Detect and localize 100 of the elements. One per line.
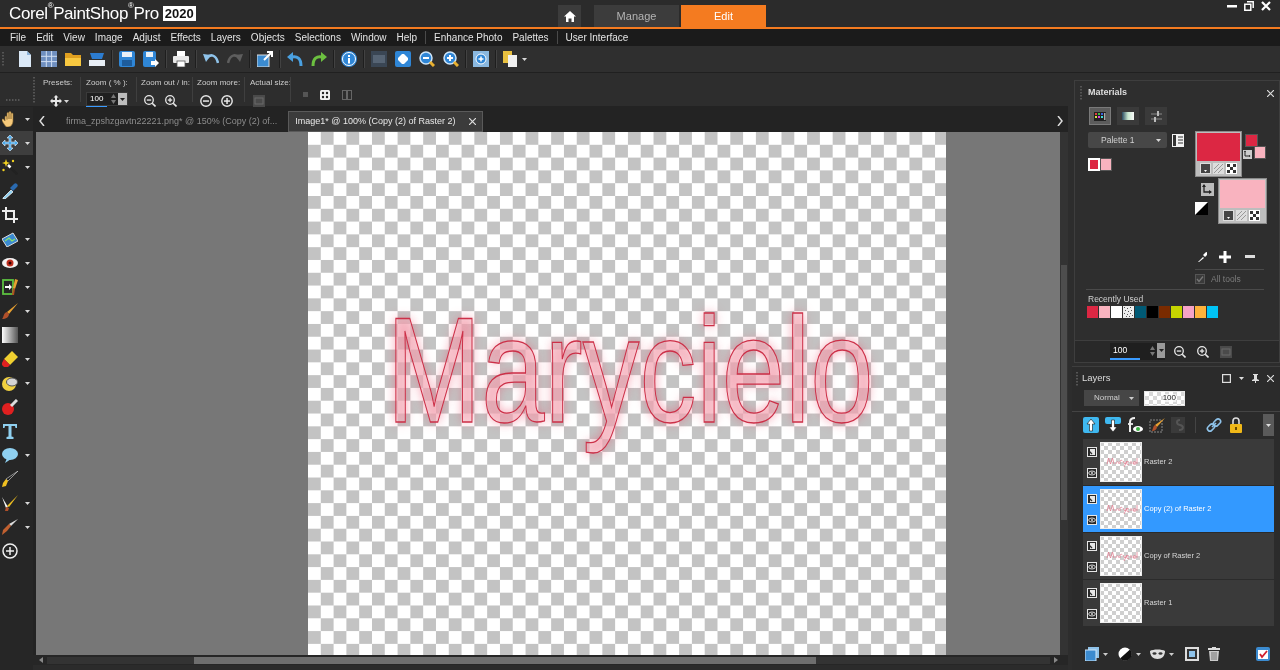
document-tab[interactable]: firma_zpshzgavtn22221.png* @ 150% (Copy (2) of...: [59, 111, 285, 132]
style-icon[interactable]: [1200, 163, 1211, 174]
color-swatch[interactable]: [1135, 306, 1146, 318]
zoom-in-icon[interactable]: [1197, 345, 1209, 358]
close-icon[interactable]: [1267, 89, 1274, 97]
menu-item[interactable]: Objects: [250, 32, 285, 43]
caret-icon[interactable]: [1136, 652, 1141, 656]
workspace-tab[interactable]: Manage: [594, 5, 679, 27]
plus-icon[interactable]: [1219, 250, 1231, 263]
home-button[interactable]: [558, 5, 581, 27]
restore-icon[interactable]: [1244, 1, 1254, 11]
mask-icon[interactable]: [1150, 649, 1165, 659]
zoom-out-icon[interactable]: [144, 95, 156, 107]
horizontal-scrollbar[interactable]: [47, 656, 1050, 664]
grip-handle[interactable]: [6, 99, 21, 101]
curved-arrow-icon[interactable]: [311, 51, 327, 67]
checker-icon[interactable]: [1249, 210, 1260, 221]
brush-frame-icon[interactable]: [1149, 417, 1165, 433]
arrow-down-icon[interactable]: [1105, 417, 1121, 433]
close-icon[interactable]: [1267, 375, 1274, 382]
split-icon[interactable]: [342, 90, 352, 100]
frame-icon[interactable]: [1185, 647, 1199, 661]
caret-icon[interactable]: [522, 57, 527, 61]
menu-item[interactable]: Window: [350, 32, 387, 43]
folder-icon[interactable]: [65, 51, 81, 67]
copy-pages-icon[interactable]: [503, 51, 519, 67]
scanner-icon[interactable]: [89, 51, 105, 67]
spin-arrows-icon[interactable]: [1150, 345, 1155, 356]
layer-page-icon[interactable]: [1087, 540, 1097, 551]
info-icon[interactable]: [341, 51, 357, 67]
close-icon[interactable]: [469, 118, 477, 125]
grip-handle[interactable]: [2, 52, 4, 66]
chevron-left-icon[interactable]: [39, 116, 45, 126]
checkmark-icon[interactable]: [1256, 647, 1270, 661]
zoom-field[interactable]: 100: [86, 92, 128, 106]
caret-icon[interactable]: [1169, 652, 1174, 656]
material-swatch-box[interactable]: [1195, 131, 1242, 177]
style-icon[interactable]: [1223, 210, 1234, 221]
save-as-icon[interactable]: [143, 51, 159, 67]
eyedropper-icon[interactable]: [1198, 251, 1207, 262]
pattern-swatch-icon[interactable]: [1123, 306, 1134, 318]
checker-icon[interactable]: [1226, 163, 1237, 174]
scrollbar-thumb[interactable]: [1061, 265, 1067, 520]
layer-page-icon[interactable]: [1087, 587, 1097, 598]
swap-icon[interactable]: [1243, 150, 1252, 159]
color-swatch[interactable]: [1147, 306, 1158, 318]
move-arrows-icon[interactable]: [50, 95, 62, 107]
color-swatch[interactable]: [1171, 306, 1182, 318]
menu-item[interactable]: Enhance Photo: [434, 32, 503, 43]
layer-page-icon[interactable]: [1087, 493, 1097, 504]
menu-item[interactable]: Adjust: [132, 32, 161, 43]
color-swatch[interactable]: [1183, 306, 1194, 318]
color-swatch[interactable]: [1159, 306, 1170, 318]
list-icon[interactable]: [1172, 133, 1184, 147]
spin-arrows-icon[interactable]: [111, 94, 116, 104]
opacity-field[interactable]: 100: [1144, 390, 1185, 406]
menu-item[interactable]: File: [10, 32, 27, 43]
menu-item[interactable]: User Interface: [565, 32, 629, 43]
grip-handle[interactable]: [1076, 371, 1078, 386]
materials-tab[interactable]: [1117, 107, 1139, 125]
color-swatch[interactable]: [1207, 306, 1218, 318]
document-tab[interactable]: Image1* @ 100% (Copy (2) of Raster 2): [288, 111, 484, 132]
lock-icon[interactable]: [1230, 417, 1242, 433]
menu-item[interactable]: Help: [396, 32, 418, 43]
blend-mode-dropdown[interactable]: Normal: [1084, 390, 1139, 406]
color-swatch[interactable]: [1100, 158, 1112, 171]
zoom-in-icon[interactable]: [443, 51, 459, 67]
tool-button[interactable]: [0, 131, 33, 155]
arrow-up-icon[interactable]: [1083, 417, 1099, 433]
color-swatch[interactable]: [1087, 306, 1098, 318]
layer-page-icon[interactable]: [1087, 446, 1097, 457]
zoom-out-icon[interactable]: [1174, 345, 1186, 358]
vertical-scrollbar[interactable]: [1060, 132, 1068, 655]
zoom-in-icon[interactable]: [165, 95, 177, 107]
zoom-field[interactable]: 100: [1110, 343, 1165, 358]
color-swatch[interactable]: [1245, 134, 1258, 147]
materials-tab[interactable]: [1089, 107, 1111, 125]
menu-item[interactable]: Image: [94, 32, 123, 43]
caret-icon[interactable]: [1239, 377, 1244, 380]
caret-icon[interactable]: [1103, 652, 1108, 656]
color-swatch[interactable]: [1111, 306, 1122, 318]
pin-icon[interactable]: [1252, 374, 1259, 383]
eye-icon[interactable]: [1087, 608, 1097, 619]
curved-arrow-icon[interactable]: [287, 51, 303, 67]
plus-circle-icon[interactable]: [221, 95, 233, 107]
window-icon[interactable]: [1222, 374, 1231, 383]
eye-icon[interactable]: [1087, 514, 1097, 525]
new-file-icon[interactable]: [17, 51, 33, 67]
contrast-icon[interactable]: [1118, 647, 1132, 661]
material-swatch-box[interactable]: [1218, 178, 1267, 224]
zoom-frame-icon[interactable]: [473, 51, 489, 67]
menu-item[interactable]: View: [63, 32, 85, 43]
grip-handle[interactable]: [1080, 86, 1082, 100]
color-swatch[interactable]: [1099, 306, 1110, 318]
color-swatch[interactable]: [1197, 133, 1240, 161]
dice-icon[interactable]: [320, 90, 330, 100]
dropdown-button[interactable]: [118, 93, 127, 105]
color-swatch[interactable]: [1254, 146, 1266, 159]
printer-icon[interactable]: [173, 51, 189, 67]
link-icon[interactable]: [1206, 417, 1222, 433]
